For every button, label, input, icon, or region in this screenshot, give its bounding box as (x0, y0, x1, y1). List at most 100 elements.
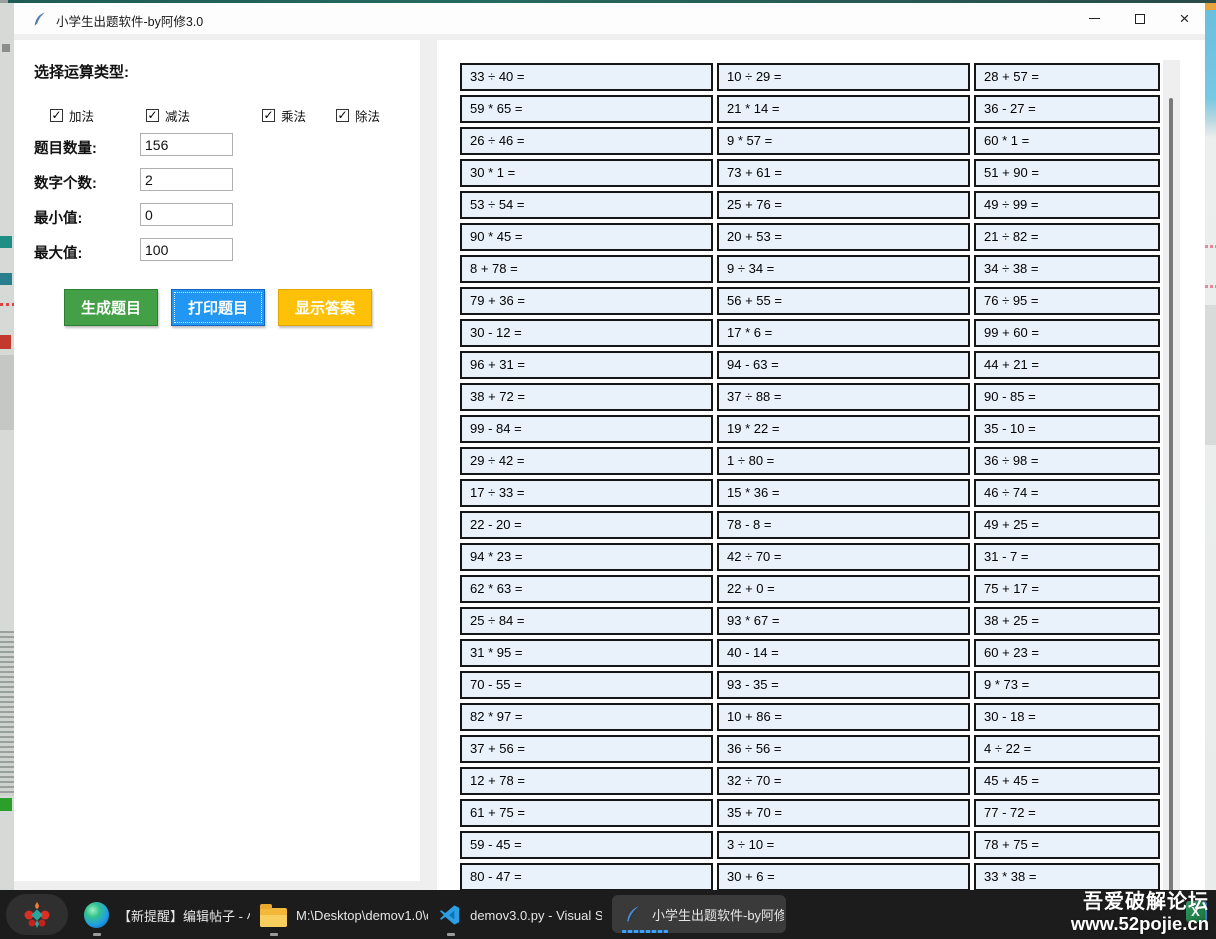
problem-entry[interactable]: 37 + 56 = (460, 735, 713, 763)
problem-entry[interactable]: 8 + 78 = (460, 255, 713, 283)
problem-entry[interactable]: 1 ÷ 80 = (717, 447, 970, 475)
question-count-input[interactable] (140, 133, 233, 156)
problem-entry[interactable]: 33 ÷ 40 = (460, 63, 713, 91)
problem-entry[interactable]: 25 + 76 = (717, 191, 970, 219)
problem-entry[interactable]: 78 + 75 = (974, 831, 1160, 859)
show-answers-button[interactable]: 显示答案 (278, 289, 372, 326)
minimize-button[interactable] (1072, 3, 1117, 34)
problem-entry[interactable]: 30 + 6 = (717, 863, 970, 890)
problem-entry[interactable]: 42 ÷ 70 = (717, 543, 970, 571)
problem-entry[interactable]: 56 + 55 = (717, 287, 970, 315)
problem-entry[interactable]: 49 ÷ 99 = (974, 191, 1160, 219)
checkbox-division[interactable]: 除法 (336, 106, 380, 125)
problem-entry[interactable]: 37 ÷ 88 = (717, 383, 970, 411)
problem-entry[interactable]: 15 * 36 = (717, 479, 970, 507)
problem-entry[interactable]: 17 * 6 = (717, 319, 970, 347)
problem-entry[interactable]: 36 ÷ 56 = (717, 735, 970, 763)
problem-entry[interactable]: 17 ÷ 33 = (460, 479, 713, 507)
taskbar-item-edge[interactable]: 【新提醒】编辑帖子 - 小 (84, 896, 250, 934)
problem-entry[interactable]: 78 - 8 = (717, 511, 970, 539)
problem-entry[interactable]: 93 - 35 = (717, 671, 970, 699)
problem-entry[interactable]: 20 + 53 = (717, 223, 970, 251)
problem-entry[interactable]: 62 * 63 = (460, 575, 713, 603)
problem-entry[interactable]: 90 - 85 = (974, 383, 1160, 411)
taskbar-item-explorer[interactable]: M:\Desktop\demov1.0\c (260, 896, 428, 934)
problem-entry[interactable]: 77 - 72 = (974, 799, 1160, 827)
problem-entry[interactable]: 75 + 17 = (974, 575, 1160, 603)
problem-entry[interactable]: 60 * 1 = (974, 127, 1160, 155)
print-questions-button[interactable]: 打印题目 (171, 289, 265, 326)
problem-entry[interactable]: 40 - 14 = (717, 639, 970, 667)
checkbox-subtraction[interactable]: 减法 (146, 106, 190, 125)
problem-entry[interactable]: 22 + 0 = (717, 575, 970, 603)
problem-entry[interactable]: 10 + 86 = (717, 703, 970, 731)
problem-entry[interactable]: 38 + 72 = (460, 383, 713, 411)
problem-entry[interactable]: 76 ÷ 95 = (974, 287, 1160, 315)
problem-entry[interactable]: 49 + 25 = (974, 511, 1160, 539)
problem-entry[interactable]: 61 + 75 = (460, 799, 713, 827)
problem-entry[interactable]: 12 + 78 = (460, 767, 713, 795)
problem-entry[interactable]: 90 * 45 = (460, 223, 713, 251)
problem-entry[interactable]: 9 ÷ 34 = (717, 255, 970, 283)
problem-entry[interactable]: 21 ÷ 82 = (974, 223, 1160, 251)
problem-entry[interactable]: 82 * 97 = (460, 703, 713, 731)
problem-entry[interactable]: 28 + 57 = (974, 63, 1160, 91)
problem-entry[interactable]: 35 - 10 = (974, 415, 1160, 443)
problem-entry[interactable]: 21 * 14 = (717, 95, 970, 123)
problem-entry[interactable]: 79 + 36 = (460, 287, 713, 315)
problem-entry[interactable]: 33 * 38 = (974, 863, 1160, 890)
problem-entry[interactable]: 19 * 22 = (717, 415, 970, 443)
scrollbar-thumb[interactable] (1169, 98, 1173, 905)
maximize-button[interactable] (1117, 3, 1162, 34)
problem-entry[interactable]: 31 * 95 = (460, 639, 713, 667)
problem-entry[interactable]: 38 + 25 = (974, 607, 1160, 635)
problem-entry[interactable]: 94 * 23 = (460, 543, 713, 571)
problem-entry[interactable]: 60 + 23 = (974, 639, 1160, 667)
problem-entry[interactable]: 96 + 31 = (460, 351, 713, 379)
problem-entry[interactable]: 53 ÷ 54 = (460, 191, 713, 219)
checkbox-addition[interactable]: 加法 (50, 106, 94, 125)
problem-entry[interactable]: 51 + 90 = (974, 159, 1160, 187)
problem-text: 79 + 36 = (470, 293, 525, 308)
problem-entry[interactable]: 44 + 21 = (974, 351, 1160, 379)
problem-entry[interactable]: 25 ÷ 84 = (460, 607, 713, 635)
vertical-scrollbar[interactable] (1163, 60, 1180, 890)
problem-entry[interactable]: 59 - 45 = (460, 831, 713, 859)
problem-entry[interactable]: 36 - 27 = (974, 95, 1160, 123)
problem-entry[interactable]: 93 * 67 = (717, 607, 970, 635)
problem-entry[interactable]: 30 * 1 = (460, 159, 713, 187)
problem-entry[interactable]: 32 ÷ 70 = (717, 767, 970, 795)
close-button[interactable]: × (1162, 3, 1207, 34)
problem-entry[interactable]: 31 - 7 = (974, 543, 1160, 571)
start-button[interactable] (6, 894, 68, 935)
min-value-input[interactable] (140, 203, 233, 226)
problem-entry[interactable]: 80 - 47 = (460, 863, 713, 890)
problem-entry[interactable]: 29 ÷ 42 = (460, 447, 713, 475)
digit-count-input[interactable] (140, 168, 233, 191)
problem-entry[interactable]: 9 * 57 = (717, 127, 970, 155)
problem-entry[interactable]: 99 - 84 = (460, 415, 713, 443)
problem-entry[interactable]: 34 ÷ 38 = (974, 255, 1160, 283)
problem-entry[interactable]: 9 * 73 = (974, 671, 1160, 699)
problem-entry[interactable]: 73 + 61 = (717, 159, 970, 187)
max-value-input[interactable] (140, 238, 233, 261)
problem-entry[interactable]: 4 ÷ 22 = (974, 735, 1160, 763)
problem-entry[interactable]: 94 - 63 = (717, 351, 970, 379)
problem-entry[interactable]: 3 ÷ 10 = (717, 831, 970, 859)
problem-entry[interactable]: 35 + 70 = (717, 799, 970, 827)
problem-entry[interactable]: 99 + 60 = (974, 319, 1160, 347)
problem-entry[interactable]: 59 * 65 = (460, 95, 713, 123)
generate-questions-button[interactable]: 生成题目 (64, 289, 158, 326)
problem-entry[interactable]: 30 - 18 = (974, 703, 1160, 731)
problem-entry[interactable]: 46 ÷ 74 = (974, 479, 1160, 507)
problem-entry[interactable]: 10 ÷ 29 = (717, 63, 970, 91)
problem-entry[interactable]: 22 - 20 = (460, 511, 713, 539)
problem-entry[interactable]: 36 ÷ 98 = (974, 447, 1160, 475)
problem-entry[interactable]: 30 - 12 = (460, 319, 713, 347)
problem-entry[interactable]: 26 ÷ 46 = (460, 127, 713, 155)
checkbox-multiplication[interactable]: 乘法 (262, 106, 306, 125)
problem-entry[interactable]: 70 - 55 = (460, 671, 713, 699)
taskbar-item-vscode[interactable]: demov3.0.py - Visual St (438, 896, 602, 934)
problem-entry[interactable]: 45 + 45 = (974, 767, 1160, 795)
taskbar-item-app-active[interactable]: 小学生出题软件-by阿修 (612, 895, 786, 933)
